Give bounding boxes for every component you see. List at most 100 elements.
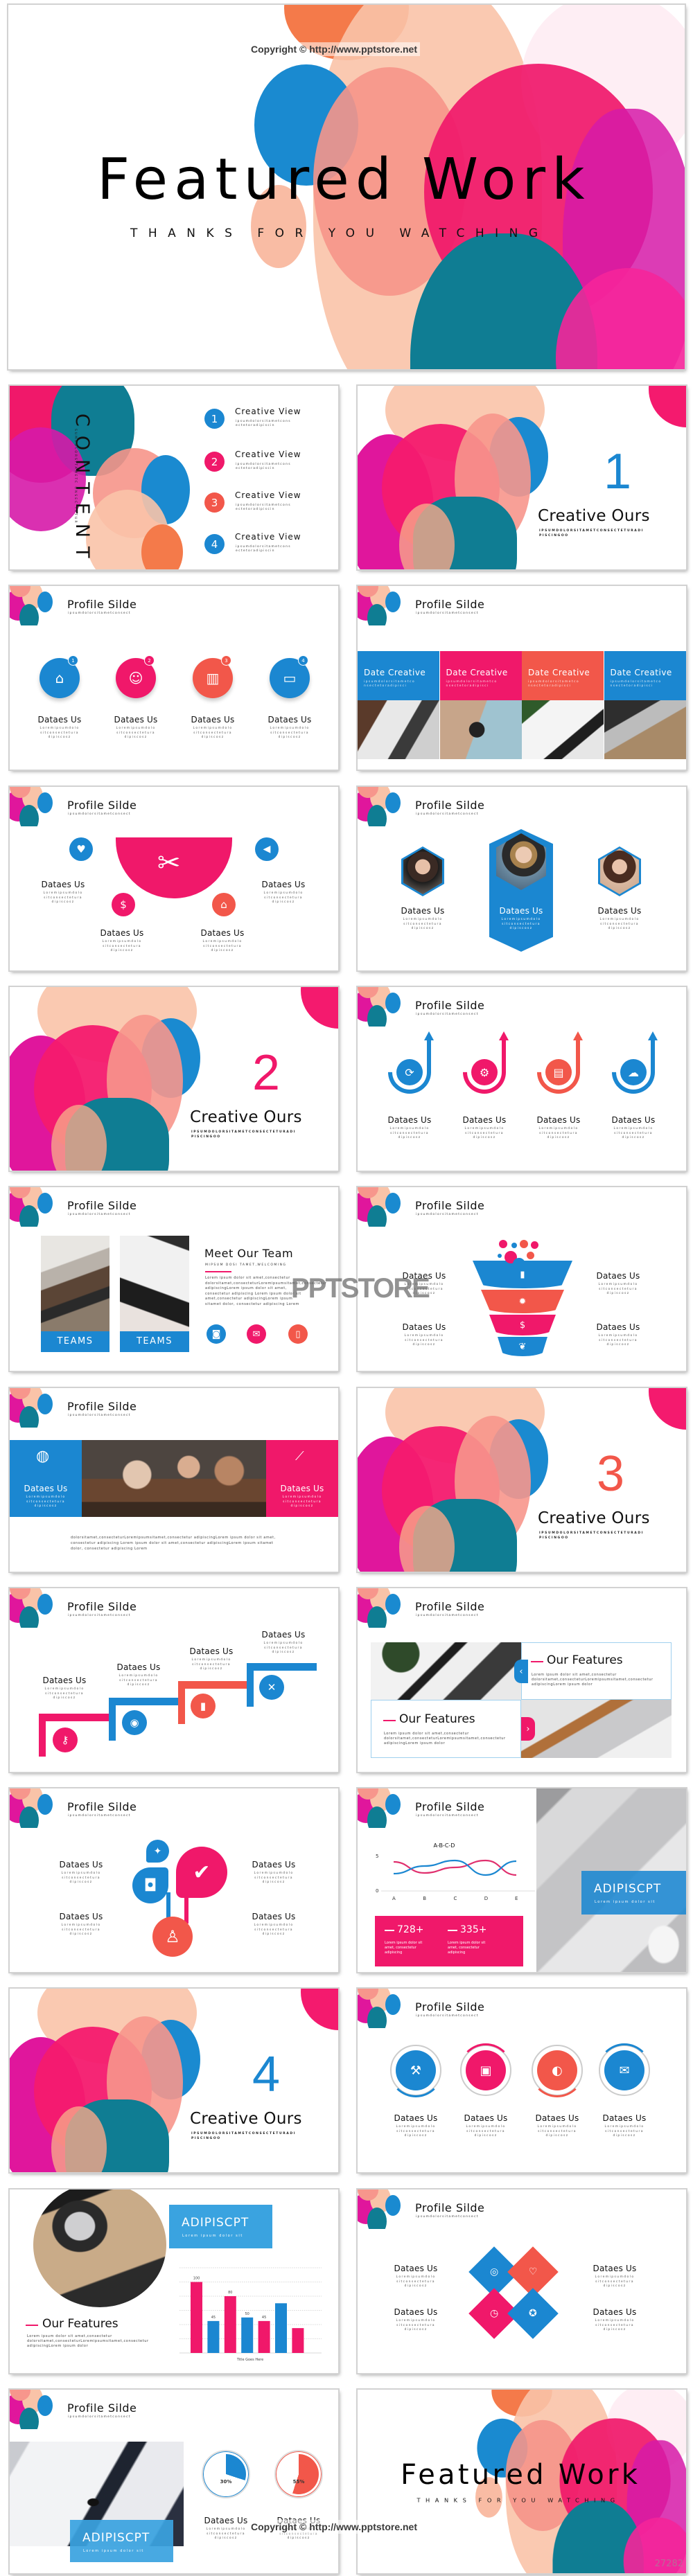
art-shape <box>385 1794 401 1815</box>
slide-closing[interactable]: Featured Work THANKS FOR YOU WATCHING 27… <box>358 2390 686 2573</box>
slide-our-features[interactable]: Profile Silde ipsumdolorsitametconsect Ou… <box>358 1588 686 1772</box>
slide-meet-team[interactable]: Profile Silde ipsumdolorsitametconsect TE… <box>10 1187 338 1371</box>
info-item: Dataes Us Loremipsumdolo sitconsectetura … <box>247 1860 300 1885</box>
slide-subtitle: ipsumdolorsitametconsect <box>416 612 479 615</box>
chevron-right-icon[interactable]: › <box>521 1717 535 1741</box>
item-title: Dataes Us <box>114 715 158 725</box>
date-column[interactable]: Date Creative ipsumdolorsitametco nsectet… <box>522 651 604 700</box>
slide-diamond[interactable]: Profile Silde ipsumdolorsitametconsect ◎ … <box>358 2189 686 2373</box>
accent-line <box>385 1930 394 1931</box>
contents-item-title[interactable]: Creative View <box>235 450 301 459</box>
info-item: Dataes Us Loremipsumdolo sitconsectetura … <box>55 1860 107 1885</box>
slide-stairs[interactable]: Profile Silde ipsumdolorsitametconsect ⚷ ◉… <box>10 1588 338 1772</box>
slide-icon-circles[interactable]: Profile Silde ipsumdolorsitametconsect ⌂ 1… <box>10 586 338 770</box>
art-shape <box>649 386 686 427</box>
chevron-left-icon[interactable]: ‹ <box>514 1660 528 1683</box>
slide-progress[interactable]: Profile Silde ipsumdolorsitametconsect AD… <box>10 2390 338 2573</box>
calendar-icon[interactable]: ▣ <box>466 2050 506 2090</box>
slide-photo-banner[interactable]: Profile Silde ipsumdolorsitametconsect ◍ … <box>10 1388 338 1572</box>
contents-item-title[interactable]: Creative View <box>235 407 301 416</box>
brand-logo <box>358 586 405 625</box>
contents-item-title[interactable]: Creative View <box>235 490 301 500</box>
item-title: Dataes Us <box>189 1646 234 1656</box>
contents-heading-wrap: CONTENT <box>71 414 107 567</box>
item-body: Loremipsumdolo sitconsectetura dipiscosz <box>44 1687 85 1700</box>
funnel-dot <box>531 1241 538 1249</box>
slide-section-3[interactable]: 3 Creative Ours IPSUMDOLORSITAMETCONSECT… <box>358 1388 686 1572</box>
funnel-dot <box>499 1240 507 1248</box>
item-body: Loremipsumdolo sitconsectetura dipiscosz <box>254 1924 294 1936</box>
mail-icon[interactable]: ✉ <box>247 1324 266 1344</box>
twitter-icon[interactable]: ✦ <box>146 1840 169 1863</box>
slide-ring-icons[interactable]: Profile Silde ipsumdolorsitametconsect ⚒ ▣… <box>358 1989 686 2172</box>
feature-box: Our Features Lorem ipsum dolor sit amet,… <box>371 1700 521 1758</box>
palette-icon[interactable]: ◐ <box>537 2050 577 2090</box>
number-badge: 3 <box>204 492 225 513</box>
gear-icon[interactable]: ⚙ <box>471 1059 498 1085</box>
info-item: Dataes Us Loremipsumdolo sitconsectetura … <box>257 1630 310 1655</box>
info-item: Dataes Us Loremipsumdolo sitconsectetura … <box>33 715 86 740</box>
slide-title: Profile Silde <box>67 598 137 611</box>
check-icon[interactable]: ✔ <box>176 1847 227 1898</box>
slide-line-chart[interactable]: Profile Silde ipsumdolorsitametconsect AD… <box>358 1788 686 1972</box>
x-tick-label: E <box>515 1896 518 1901</box>
teams-button[interactable]: TEAMS <box>41 1331 109 1352</box>
team-photo <box>120 1236 189 1331</box>
item-title: Dataes Us <box>200 928 245 938</box>
bar-value-label: 45 <box>211 2316 216 2320</box>
slide-date-columns[interactable]: Profile Silde ipsumdolorsitametconsect Da… <box>358 586 686 770</box>
info-item: Dataes Us Loremipsumdolo sitconsectetura … <box>200 2516 252 2541</box>
date-column-title: Date Creative <box>528 668 590 677</box>
feature-body: Lorem ipsum dolor sit amet,consectetur d… <box>384 1732 506 1746</box>
slide-contents[interactable]: CONTENT SUMDOLORSITAMETC ONSEC TETUR 1 Cr… <box>10 386 338 569</box>
number-badge: 4 <box>204 534 225 554</box>
promo-title: ADIPISCPT <box>594 1882 662 1896</box>
item-title: Dataes Us <box>402 1322 446 1332</box>
item-title: Dataes Us <box>252 1860 296 1869</box>
slide-section-2[interactable]: 2 Creative Ours IPSUMDOLORSITAMETCONSECT… <box>10 987 338 1171</box>
stat-value: 728+ <box>397 1924 424 1935</box>
mail-icon[interactable]: ✉ <box>604 2050 644 2090</box>
contents-item-title[interactable]: Creative View <box>235 532 301 542</box>
slide-hook-arrows[interactable]: Profile Silde ipsumdolorsitametconsect ⟳ ⚙… <box>358 987 686 1171</box>
stair-step <box>247 1663 317 1671</box>
slide-title: Profile Silde <box>67 1800 137 1813</box>
teams-button[interactable]: TEAMS <box>120 1331 189 1352</box>
section-subtitle: IPSUMDOLORSITAMETCONSECTETURADI PISCINGO… <box>539 529 644 538</box>
wrench-icon[interactable]: ⚒ <box>396 2050 436 2090</box>
date-column[interactable]: Date Creative ipsumdolorsitametco nsectet… <box>439 651 522 700</box>
megaphone-icon: ◀ <box>255 837 279 861</box>
date-column[interactable]: Date Creative ipsumdolorsitametco nsectet… <box>604 651 686 700</box>
slide-social-bubbles[interactable]: Profile Silde ipsumdolorsitametconsect ✦ … <box>10 1788 338 1972</box>
leaf-icon: ❦ <box>498 1337 547 1356</box>
key-icon: ⚷ <box>53 1727 78 1752</box>
slide-team-hexagons[interactable]: Profile Silde ipsumdolorsitametconsect Da… <box>358 787 686 970</box>
item-title: Dataes Us <box>394 2113 438 2123</box>
funnel-dot <box>513 1258 525 1270</box>
closing-title: Featured Work <box>401 2458 641 2491</box>
y-tick-label: 0 <box>376 1888 378 1894</box>
instagram-icon[interactable]: ◘ <box>132 1867 168 1903</box>
slide-cover[interactable]: Featured Work THANKS FOR YOU WATCHING <box>8 5 685 369</box>
slide-section-4[interactable]: 4 Creative Ours IPSUMDOLORSITAMETCONSECT… <box>10 1989 338 2172</box>
item-body: Loremipsumdolo sitconsectetura dipiscosz <box>396 2319 436 2331</box>
item-body: Loremipsumdolo sitconsectetura dipiscosz <box>282 1495 322 1508</box>
closing-subtitle: THANKS FOR YOU WATCHING <box>416 2497 620 2505</box>
slide-bowl[interactable]: Profile Silde ipsumdolorsitametconsect ✂ … <box>10 787 338 970</box>
meditation-icon[interactable]: ♙ <box>152 1917 193 1957</box>
camera-icon[interactable]: ◙ <box>207 1324 226 1344</box>
bar <box>224 2296 236 2353</box>
cover-content: Featured Work THANKS FOR YOU WATCHING <box>8 5 685 369</box>
section-number: 3 <box>597 1446 625 1502</box>
printer-icon[interactable]: ▤ <box>545 1059 572 1085</box>
refresh-icon[interactable]: ⟳ <box>396 1059 423 1085</box>
date-column-title: Date Creative <box>364 668 426 677</box>
chat-icon[interactable]: ☁ <box>620 1059 647 1085</box>
mouse-icon[interactable]: ▯ <box>288 1324 308 1344</box>
info-item: Dataes Us Loremipsumdolo sitconsectetura … <box>37 880 89 905</box>
slide-bar-chart[interactable]: ADIPISCPT Lorem ipsum dolor sit 100 45 80 5… <box>10 2189 338 2373</box>
slide-subtitle: ipsumdolorsitametconsect <box>416 2215 479 2219</box>
feature-body: Lorem ipsum dolor sit amet,consectetur d… <box>532 1673 653 1687</box>
date-column[interactable]: Date Creative ipsumdolorsitametco nsectet… <box>358 651 439 700</box>
slide-section-1[interactable]: 1 Creative Ours IPSUMDOLORSITAMETCONSECT… <box>358 386 686 569</box>
